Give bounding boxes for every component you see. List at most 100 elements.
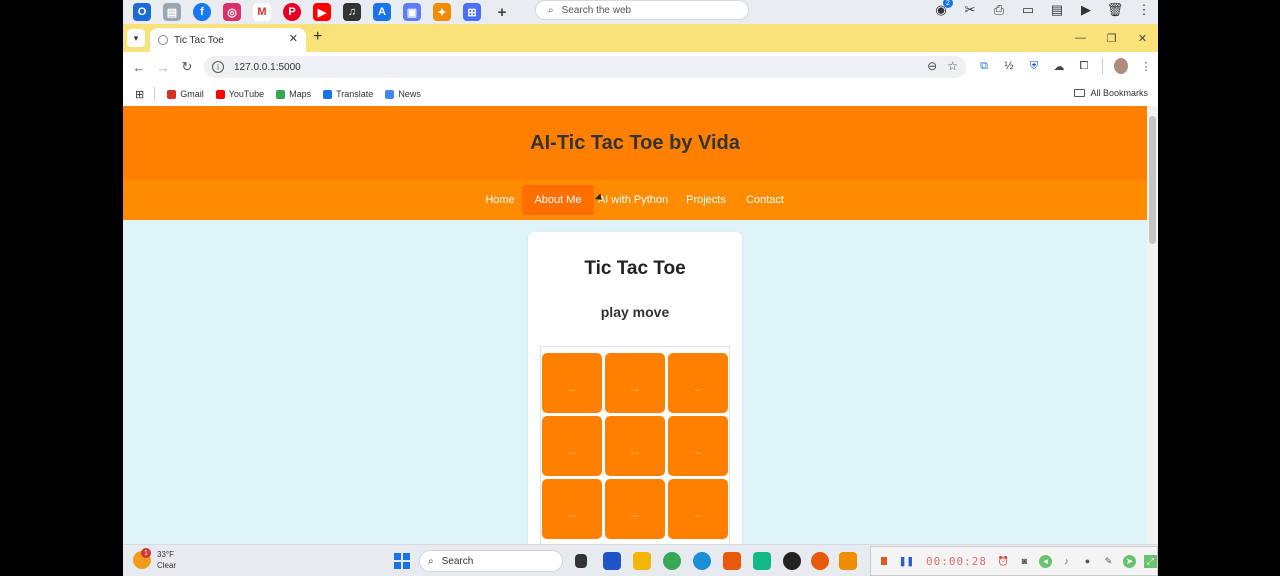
- nav-projects[interactable]: Projects: [682, 185, 730, 215]
- board-cell[interactable]: _: [542, 353, 602, 413]
- taskbar-search[interactable]: ⌕ Search: [419, 550, 563, 572]
- board-cell[interactable]: _: [668, 479, 728, 539]
- pen-icon[interactable]: ✎: [1102, 555, 1115, 568]
- microphone-icon[interactable]: ♪: [1060, 555, 1073, 568]
- pinterest-icon[interactable]: P: [283, 3, 301, 21]
- new-tab-icon[interactable]: +: [313, 28, 322, 46]
- paint-icon[interactable]: [753, 552, 771, 570]
- windows-start-icon[interactable]: [394, 553, 410, 569]
- page-scrollbar[interactable]: [1147, 106, 1158, 544]
- url-text: 127.0.0.1:5000: [234, 61, 301, 73]
- scrollbar-thumb[interactable]: [1149, 116, 1156, 244]
- restore-icon[interactable]: ❐: [1096, 24, 1127, 52]
- carrot-icon[interactable]: ✦: [433, 3, 451, 21]
- nav-contact[interactable]: Contact: [742, 185, 788, 215]
- youtube-icon: [215, 89, 225, 99]
- puzzle-icon[interactable]: ⧠: [1077, 58, 1091, 74]
- translate-icon: [323, 89, 333, 99]
- tv-icon[interactable]: ▣: [403, 3, 421, 21]
- pointer-icon[interactable]: ➤: [1123, 554, 1136, 568]
- fullscreen-icon[interactable]: ⤢: [1144, 554, 1157, 568]
- tab-tic-tac-toe[interactable]: Tic Tac Toe ✕: [150, 28, 306, 52]
- music-icon[interactable]: ♫: [343, 3, 361, 21]
- url-input[interactable]: i 127.0.0.1:5000 ⊖ ☆: [204, 56, 966, 78]
- bookmark-translate[interactable]: Translate: [323, 89, 373, 99]
- star-icon[interactable]: ☆: [947, 59, 958, 73]
- scissors-icon[interactable]: ✂: [962, 2, 978, 18]
- window-close-icon[interactable]: ✕: [1127, 24, 1158, 52]
- add-icon[interactable]: +: [493, 3, 511, 21]
- play-icon[interactable]: ▶: [1078, 2, 1094, 18]
- task-view-icon[interactable]: [575, 554, 587, 568]
- translate-extension-icon[interactable]: ⧉: [977, 58, 991, 74]
- pause-icon[interactable]: ❚❚: [899, 556, 914, 567]
- top-right-tools: ◉ 2 ✂ ⎙ ▭ ▤ ▶ 🗑 ⋮: [933, 0, 1152, 20]
- board-cell[interactable]: _: [605, 479, 665, 539]
- nav-home[interactable]: Home: [480, 185, 520, 215]
- news-icon: [385, 89, 395, 99]
- menu-icon[interactable]: ⋮: [1139, 58, 1153, 74]
- bookmark-label: Translate: [336, 89, 374, 99]
- translate-icon[interactable]: A: [373, 3, 391, 21]
- nav-about-me[interactable]: About Me: [522, 185, 594, 215]
- camera-icon[interactable]: ▭: [1020, 2, 1036, 18]
- instagram-icon[interactable]: ◎: [223, 3, 241, 21]
- clipboard-icon[interactable]: ▤: [1049, 2, 1065, 18]
- folder-icon: [1074, 89, 1086, 97]
- web-page: AI-Tic Tac Toe by Vida Home About Me AI …: [123, 106, 1147, 544]
- shield-icon[interactable]: ⛨: [1027, 58, 1041, 74]
- nav-ai-with-python[interactable]: AI with Python: [597, 185, 669, 215]
- trash-icon[interactable]: 🗑: [1107, 2, 1124, 18]
- board-cell[interactable]: _: [542, 479, 602, 539]
- printer-icon[interactable]: ⎙: [991, 2, 1007, 18]
- bookmark-news[interactable]: News: [385, 89, 421, 99]
- avatar[interactable]: [1114, 58, 1128, 74]
- notes-icon[interactable]: ▤: [163, 3, 181, 21]
- reload-icon[interactable]: ↻: [179, 59, 195, 75]
- file-explorer-icon[interactable]: [633, 552, 651, 570]
- cloud-icon[interactable]: ☁: [1052, 58, 1066, 74]
- gmail-icon[interactable]: M: [253, 3, 271, 21]
- webcam-icon[interactable]: ●: [1081, 555, 1094, 568]
- counter-extension-icon[interactable]: ½: [1002, 58, 1016, 74]
- search-icon: ⌕: [428, 555, 434, 567]
- minimize-icon[interactable]: —: [1065, 24, 1096, 52]
- alarm-icon[interactable]: ⏰: [997, 555, 1010, 568]
- edge-icon[interactable]: [693, 552, 711, 570]
- apps-icon[interactable]: ⊞: [463, 3, 481, 21]
- board-cell[interactable]: _: [668, 416, 728, 476]
- youtube-icon[interactable]: ▶: [313, 3, 331, 21]
- board-cell[interactable]: _: [668, 353, 728, 413]
- camera-icon[interactable]: ◙: [1018, 555, 1031, 568]
- bookmark-maps[interactable]: Maps: [276, 89, 311, 99]
- tab-search-chevron-icon[interactable]: ▾: [127, 29, 145, 47]
- weather-widget[interactable]: 1 33°F Clear: [133, 548, 176, 571]
- apps-grid-icon[interactable]: ⊞: [135, 88, 144, 101]
- bookmark-gmail[interactable]: Gmail: [167, 89, 204, 99]
- forward-icon[interactable]: →: [155, 60, 171, 75]
- board-cell[interactable]: _: [542, 416, 602, 476]
- outlook-icon[interactable]: O: [133, 3, 151, 21]
- chrome-icon[interactable]: [663, 552, 681, 570]
- copilot-icon[interactable]: ◉ 2: [933, 0, 953, 18]
- info-icon[interactable]: i: [212, 61, 224, 73]
- board-cell[interactable]: _: [605, 416, 665, 476]
- store-icon[interactable]: [603, 552, 621, 570]
- all-bookmarks-button[interactable]: All Bookmarks: [1074, 88, 1148, 98]
- app-icon[interactable]: [723, 552, 741, 570]
- close-icon[interactable]: ✕: [289, 32, 298, 45]
- speaker-icon[interactable]: ◂: [1039, 554, 1052, 568]
- facebook-icon[interactable]: f: [193, 3, 211, 21]
- tab-title: Tic Tac Toe: [174, 34, 224, 46]
- zoom-icon[interactable]: ⊖: [927, 59, 937, 73]
- web-search-box[interactable]: ⌕ Search the web: [535, 0, 749, 20]
- window-controls: — ❐ ✕: [1065, 24, 1158, 52]
- board-cell[interactable]: _: [605, 353, 665, 413]
- back-icon[interactable]: ←: [131, 60, 147, 75]
- stop-icon[interactable]: [881, 557, 887, 565]
- app-icon[interactable]: [839, 552, 857, 570]
- github-icon[interactable]: [783, 552, 801, 570]
- bookmark-youtube[interactable]: YouTube: [215, 89, 264, 99]
- recorder-icon[interactable]: [811, 552, 829, 570]
- more-icon[interactable]: ⋮: [1136, 2, 1152, 18]
